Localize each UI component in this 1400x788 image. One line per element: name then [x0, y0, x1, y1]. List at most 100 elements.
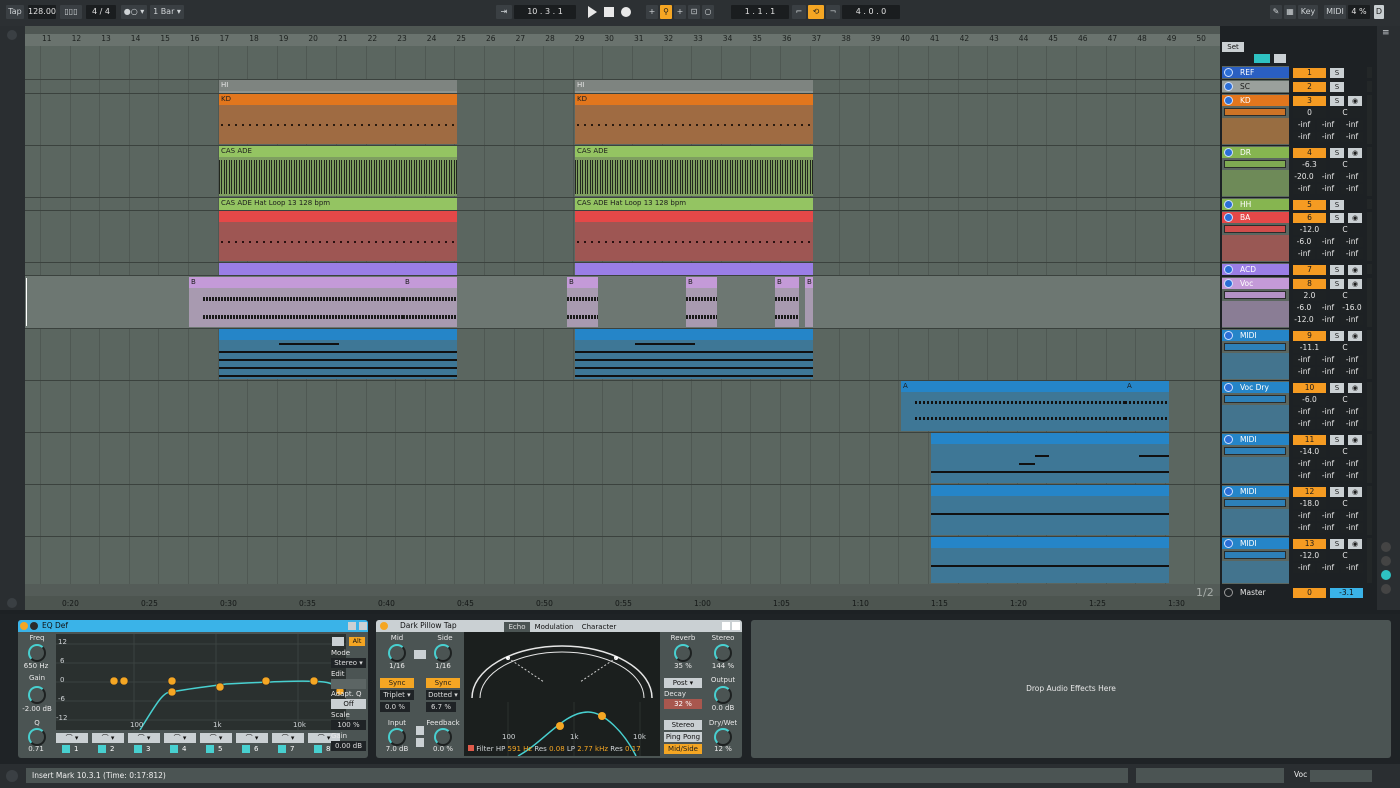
- send-field[interactable]: -inf: [1341, 471, 1363, 481]
- solo-button[interactable]: S: [1330, 96, 1344, 106]
- reverb-knob[interactable]: [674, 644, 692, 662]
- re-enable-icon[interactable]: +: [674, 5, 686, 19]
- send-field[interactable]: -inf: [1317, 237, 1339, 247]
- band-toggle-icon[interactable]: [314, 745, 322, 753]
- kd-clip-2[interactable]: KD: [575, 94, 813, 144]
- send-field[interactable]: -inf: [1293, 120, 1315, 130]
- send-field[interactable]: -inf: [1341, 563, 1363, 573]
- bar-number[interactable]: 47: [1108, 34, 1118, 43]
- send-field[interactable]: -inf: [1317, 303, 1339, 313]
- hh-clip-1[interactable]: CAS ADE Hat Loop 13 128 bpm: [219, 198, 457, 210]
- echo-save-icon[interactable]: [732, 622, 740, 630]
- track-fold-icon[interactable]: [1224, 265, 1233, 274]
- bar-number[interactable]: 21: [338, 34, 348, 43]
- tempo-field[interactable]: 128.00: [28, 5, 56, 19]
- track-name-sc[interactable]: SC: [1222, 81, 1289, 92]
- filter-toggle-icon[interactable]: [468, 745, 474, 751]
- track-name-dr[interactable]: DR: [1222, 147, 1289, 158]
- band-filter-type-select[interactable]: ⌒ ▾: [236, 733, 268, 743]
- overdub-icon[interactable]: +: [646, 5, 658, 19]
- track-name-midi[interactable]: MIDI: [1222, 486, 1289, 497]
- side-value[interactable]: 1/16: [428, 662, 458, 670]
- track-name-midi[interactable]: MIDI: [1222, 434, 1289, 445]
- bar-number[interactable]: 28: [545, 34, 555, 43]
- echo-hotswap-icon[interactable]: [722, 622, 730, 630]
- track-fold-icon[interactable]: [1224, 487, 1233, 496]
- send-field[interactable]: -inf: [1341, 249, 1363, 259]
- menu-icon[interactable]: ≡: [1382, 28, 1394, 38]
- drywet-knob[interactable]: [714, 728, 732, 746]
- pan-field[interactable]: C: [1330, 291, 1360, 301]
- track-input-selector[interactable]: [1224, 395, 1286, 403]
- volume-field[interactable]: 0: [1293, 108, 1326, 118]
- bar-number[interactable]: 37: [812, 34, 822, 43]
- output-gain-value[interactable]: 0.00 dB: [331, 741, 366, 751]
- q-knob[interactable]: [28, 728, 46, 746]
- lock-icon[interactable]: [1274, 54, 1286, 63]
- loop-start-field[interactable]: 1 . 1 . 1: [731, 5, 789, 19]
- bar-number[interactable]: 46: [1078, 34, 1088, 43]
- solo-button[interactable]: S: [1330, 200, 1344, 210]
- volume-field[interactable]: -11.1: [1293, 343, 1326, 353]
- band-toggle-icon[interactable]: [278, 745, 286, 753]
- arm-icon[interactable]: ◉: [1348, 279, 1362, 289]
- link-icon[interactable]: [414, 650, 426, 659]
- bar-number[interactable]: 30: [604, 34, 614, 43]
- side-offset[interactable]: 6.7 %: [426, 702, 456, 712]
- send-field[interactable]: -inf: [1341, 511, 1363, 521]
- voc-clip-b5[interactable]: B: [775, 277, 799, 327]
- freq-value[interactable]: 650 Hz: [18, 662, 54, 670]
- track-activator[interactable]: 8: [1293, 279, 1326, 289]
- clip-dry-icon[interactable]: [416, 726, 424, 735]
- keyboard-icon[interactable]: ▦: [1284, 5, 1296, 19]
- adapt-q-toggle[interactable]: Off: [331, 699, 366, 709]
- pan-field[interactable]: C: [1330, 395, 1360, 405]
- ping-pong-button[interactable]: Ping Pong: [664, 732, 702, 742]
- send-field[interactable]: -6.0: [1293, 237, 1315, 247]
- track-fold-icon[interactable]: [1224, 82, 1233, 91]
- loop-length-field[interactable]: 4 . 0 . 0: [842, 5, 900, 19]
- track-input-selector[interactable]: [1224, 343, 1286, 351]
- kd-clip-1[interactable]: KD: [219, 94, 457, 144]
- eq-preset-icon[interactable]: [30, 622, 38, 630]
- solo-button[interactable]: S: [1330, 82, 1344, 92]
- lp-value[interactable]: 2.77 kHz: [577, 745, 608, 753]
- arm-icon[interactable]: ◉: [1348, 539, 1362, 549]
- track-activator[interactable]: 9: [1293, 331, 1326, 341]
- send-field[interactable]: -inf: [1341, 355, 1363, 365]
- output-value[interactable]: 0.0 dB: [706, 704, 740, 712]
- track-fold-icon[interactable]: [1224, 539, 1233, 548]
- solo-button[interactable]: S: [1330, 213, 1344, 223]
- mid-knob[interactable]: [388, 644, 406, 662]
- bar-number[interactable]: 16: [190, 34, 200, 43]
- track-fold-icon[interactable]: [1224, 200, 1233, 209]
- pan-field[interactable]: C: [1330, 160, 1360, 170]
- track-name-midi[interactable]: MIDI: [1222, 538, 1289, 549]
- input-knob[interactable]: [388, 728, 406, 746]
- bar-number[interactable]: 20: [308, 34, 318, 43]
- solo-button[interactable]: S: [1330, 331, 1344, 341]
- dr-clip-1[interactable]: CAS ADE: [219, 146, 457, 196]
- track-input-selector[interactable]: [1224, 551, 1286, 559]
- voc-clip-b4[interactable]: B: [686, 277, 717, 327]
- pan-field[interactable]: C: [1330, 108, 1360, 118]
- send-field[interactable]: -inf: [1317, 523, 1339, 533]
- mid-sync-button[interactable]: Sync: [380, 678, 414, 688]
- side-mode-select[interactable]: Dotted ▾: [426, 690, 460, 700]
- bar-number[interactable]: 36: [782, 34, 792, 43]
- send-field[interactable]: -inf: [1341, 419, 1363, 429]
- track-input-selector[interactable]: [1224, 160, 1286, 168]
- midi9-clip-2[interactable]: [575, 329, 813, 379]
- arm-icon[interactable]: ◉: [1348, 383, 1362, 393]
- send-field[interactable]: -inf: [1317, 355, 1339, 365]
- track-input-selector[interactable]: [1224, 108, 1286, 116]
- send-field[interactable]: -inf: [1341, 172, 1363, 182]
- alt-button[interactable]: Alt: [349, 637, 365, 646]
- hi-clip-2[interactable]: HI: [575, 80, 813, 93]
- position-field[interactable]: 10 . 3 . 1: [514, 5, 576, 19]
- io-icon[interactable]: [1381, 542, 1391, 552]
- arm-icon[interactable]: ◉: [1348, 148, 1362, 158]
- send-field[interactable]: -inf: [1317, 471, 1339, 481]
- track-name-kd[interactable]: KD: [1222, 95, 1289, 106]
- hi-clip-1[interactable]: HI: [219, 80, 457, 93]
